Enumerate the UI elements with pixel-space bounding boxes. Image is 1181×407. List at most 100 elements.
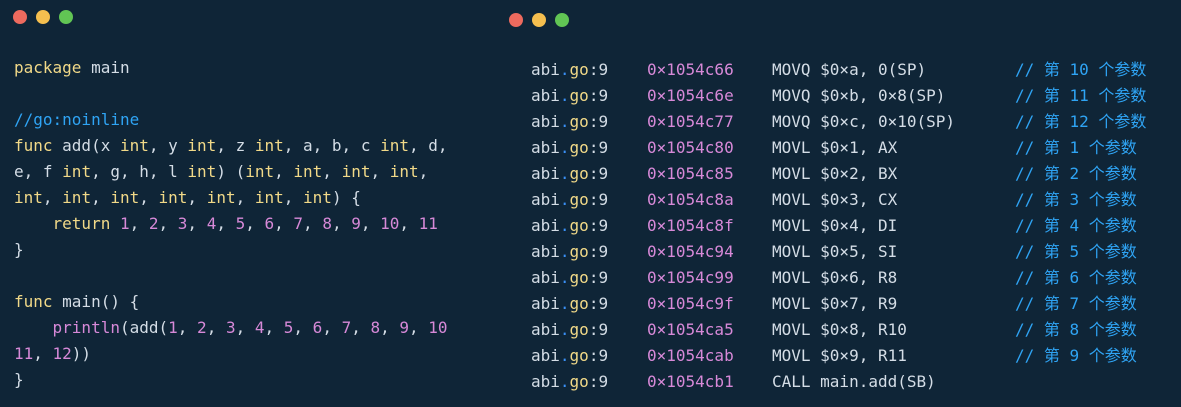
- code-token-ident: ,: [235, 318, 255, 337]
- asm-row: abi.go:9 0×1054c66 MOVQ $0×a, 0(SP)// 第 10…: [531, 57, 1146, 83]
- code-token-ident: ,: [245, 214, 265, 233]
- code-token-ident: ,: [274, 214, 294, 233]
- code-line: 11, 12)): [14, 341, 448, 367]
- asm-comment: // 第 6 个参数: [1015, 268, 1137, 287]
- asm-file-dot: .: [559, 112, 570, 131]
- code-token-type: int: [187, 136, 217, 155]
- asm-file-colon: :: [588, 372, 599, 391]
- code-token-ident: ,: [351, 318, 371, 337]
- code-token-ident: , y: [148, 136, 188, 155]
- asm-instruction: MOVL $0×3, CX: [772, 190, 898, 209]
- close-window-icon[interactable]: [509, 13, 523, 27]
- code-token-ident: ,: [322, 318, 342, 337]
- code-token-type: int: [206, 188, 236, 207]
- code-token-ident: , g, h, l: [91, 162, 188, 181]
- close-window-icon[interactable]: [13, 10, 27, 24]
- asm-file-ext: go: [569, 268, 589, 287]
- code-line: println(add(1, 2, 3, 4, 5, 6, 7, 8, 9, 1…: [14, 315, 448, 341]
- asm-instruction: MOVQ $0×a, 0(SP): [772, 60, 927, 79]
- asm-comment: // 第 1 个参数: [1015, 138, 1137, 157]
- code-token-ident: [110, 214, 120, 233]
- code-token-number: 8: [370, 318, 381, 337]
- code-token-number: 10: [380, 214, 400, 233]
- maximize-window-icon[interactable]: [555, 13, 569, 27]
- left-code-window: package main //go:noinline func add(x int…: [0, 0, 512, 407]
- asm-comment: // 第 10 个参数: [1015, 60, 1147, 79]
- asm-file-colon: :: [588, 216, 599, 235]
- asm-file-ext: go: [569, 294, 589, 313]
- code-token-ident: ,: [129, 214, 149, 233]
- code-token-keyword: package: [14, 58, 82, 77]
- asm-file-dot: .: [559, 216, 570, 235]
- asm-comment: // 第 12 个参数: [1015, 112, 1147, 131]
- asm-file-ext: go: [569, 346, 589, 365]
- asm-line-number: 9: [598, 242, 609, 261]
- code-token-ident: ,: [409, 318, 429, 337]
- asm-source-location: abi.go:9: [531, 369, 647, 395]
- code-token-type: int: [254, 136, 284, 155]
- code-token-type: int: [380, 136, 409, 155]
- asm-file-name: abi: [531, 112, 560, 131]
- code-token-number: 7: [293, 214, 304, 233]
- asm-file-ext: go: [569, 190, 589, 209]
- maximize-window-icon[interactable]: [59, 10, 73, 24]
- asm-instruction: CALL main.add(SB): [772, 372, 936, 391]
- asm-line-number: 9: [598, 190, 609, 209]
- code-token-ident: ,: [360, 214, 381, 233]
- code-token-number: 7: [341, 318, 352, 337]
- asm-source-location: abi.go:9: [531, 83, 647, 109]
- code-token-number: 6: [264, 214, 275, 233]
- asm-address: 0×1054c94: [647, 242, 734, 261]
- asm-line-number: 9: [598, 86, 609, 105]
- asm-file-name: abi: [531, 294, 560, 313]
- code-token-ident: , z: [216, 136, 255, 155]
- asm-file-colon: :: [588, 164, 599, 183]
- asm-line-number: 9: [598, 346, 609, 365]
- asm-file-dot: .: [559, 242, 570, 261]
- asm-file-ext: go: [569, 216, 589, 235]
- asm-line-number: 9: [598, 372, 609, 391]
- code-token-ident: ,: [380, 318, 400, 337]
- asm-file-ext: go: [569, 242, 589, 261]
- code-token-ident: ) {: [331, 188, 361, 207]
- asm-instruction: MOVL $0×5, SI: [772, 242, 898, 261]
- minimize-window-icon[interactable]: [532, 13, 546, 27]
- code-line: e, f int, g, h, l int) (int, int, int, i…: [14, 159, 448, 185]
- code-token-comment: //go:noinline: [14, 110, 140, 129]
- asm-file-dot: .: [559, 268, 570, 287]
- asm-row: abi.go:9 0×1054c99 MOVL $0×6, R8// 第 6 个参数: [531, 265, 1146, 291]
- minimize-window-icon[interactable]: [36, 10, 50, 24]
- code-token-func: println: [52, 318, 120, 337]
- asm-address: 0×1054c80: [647, 138, 734, 157]
- code-token-type: int: [245, 162, 275, 181]
- asm-comment: // 第 9 个参数: [1015, 346, 1137, 365]
- asm-file-colon: :: [588, 242, 599, 261]
- code-token-ident: (add(: [119, 318, 169, 337]
- code-token-number: 12: [52, 344, 72, 363]
- code-token-ident: [14, 318, 53, 337]
- code-line: func main() {: [14, 289, 448, 315]
- code-token-ident: , a, b, c: [283, 136, 381, 155]
- code-token-number: 5: [283, 318, 294, 337]
- code-token-ident: e, f: [14, 162, 63, 181]
- right-asm-window: abi.go:9 0×1054c66 MOVQ $0×a, 0(SP)// 第 10…: [509, 0, 1181, 407]
- asm-file-colon: :: [588, 268, 599, 287]
- asm-file-dot: .: [559, 346, 570, 365]
- code-token-ident: ,: [235, 188, 255, 207]
- go-source-code: package main //go:noinline func add(x int…: [14, 55, 448, 393]
- asm-address: 0×1054c99: [647, 268, 734, 287]
- asm-file-colon: :: [588, 294, 599, 313]
- asm-source-location: abi.go:9: [531, 57, 647, 83]
- code-token-ident: ,: [331, 214, 352, 233]
- code-token-ident: ,: [187, 188, 207, 207]
- asm-file-name: abi: [531, 86, 560, 105]
- asm-file-colon: :: [588, 60, 599, 79]
- asm-file-name: abi: [531, 268, 560, 287]
- code-token-number: 3: [177, 214, 188, 233]
- asm-source-location: abi.go:9: [531, 343, 647, 369]
- asm-address: 0×1054c8f: [647, 216, 734, 235]
- asm-row: abi.go:9 0×1054cab MOVL $0×9, R11// 第 9 个参…: [531, 343, 1146, 369]
- asm-line-number: 9: [598, 138, 609, 157]
- code-token-number: 10: [428, 318, 448, 337]
